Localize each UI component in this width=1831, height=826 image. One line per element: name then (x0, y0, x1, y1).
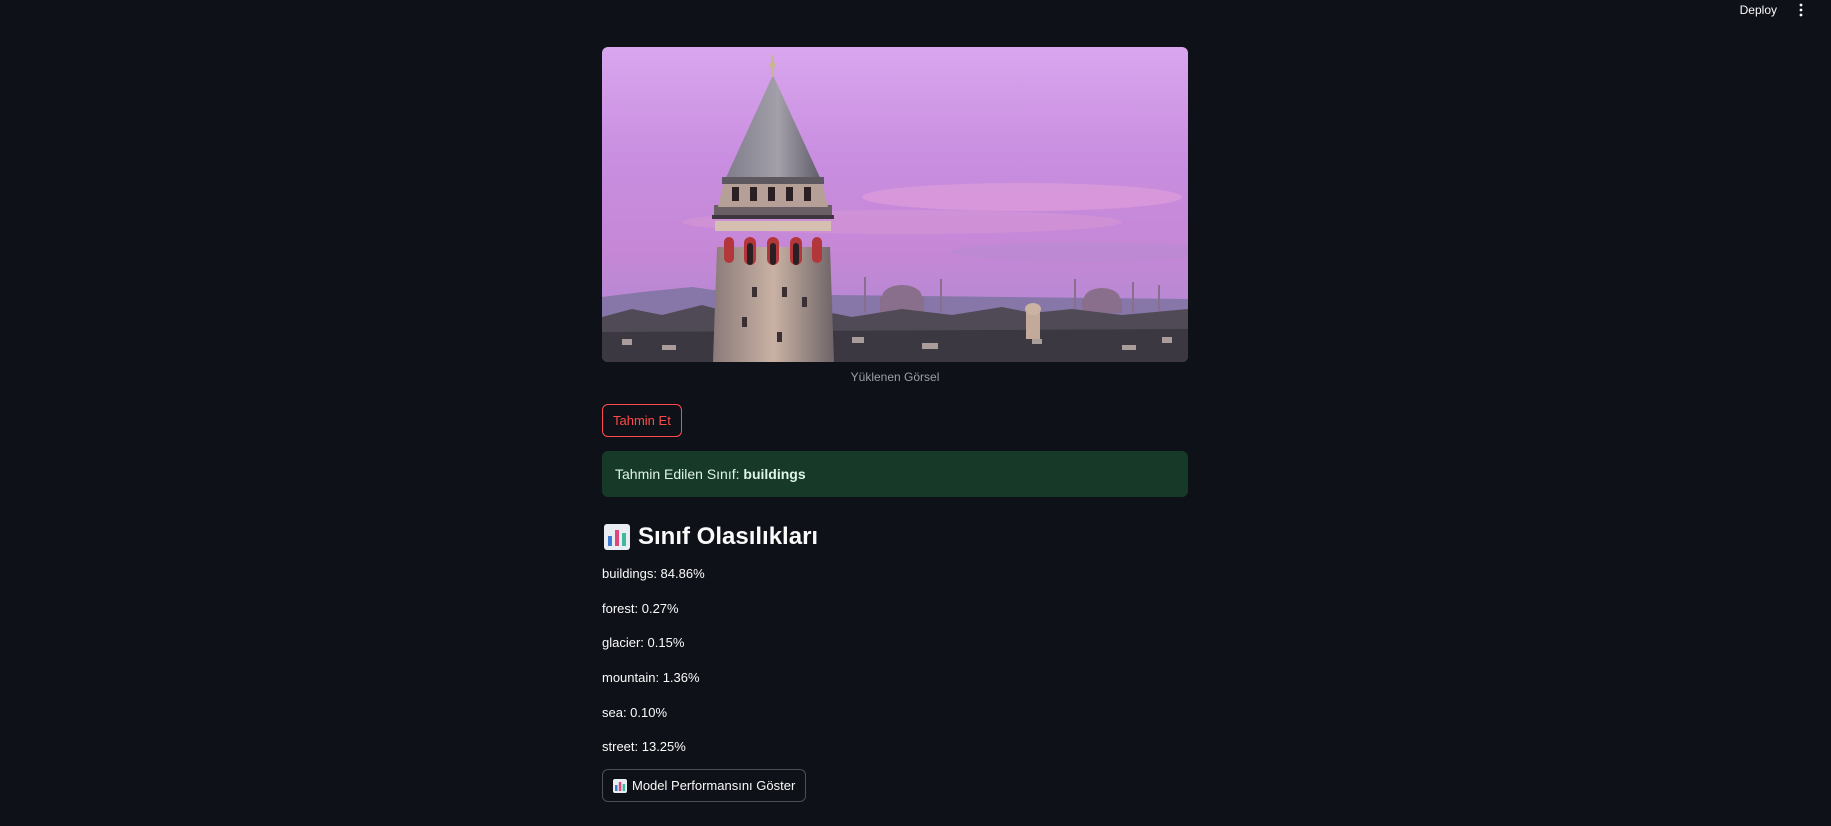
probability-item: mountain: 1.36% (602, 670, 700, 686)
probability-item: buildings: 84.86% (602, 566, 705, 581)
probability-item: glacier: 0.15% (602, 635, 685, 651)
galata-tower-photo (602, 47, 1188, 362)
predicted-class-value: buildings (743, 466, 806, 482)
deploy-button[interactable]: Deploy (1740, 3, 1777, 17)
probabilities-list: buildings: 84.86% forest: 0.27% glacier:… (602, 557, 1188, 765)
main-content: Yüklenen Görsel Tahmin Et Tahmin Edilen … (602, 47, 1188, 803)
probability-item: forest: 0.27% (602, 600, 679, 616)
bar-chart-icon (613, 778, 627, 793)
prediction-result-prefix: Tahmin Edilen Sınıf: (615, 466, 744, 482)
show-model-performance-label: Model Performansını Göster (632, 778, 796, 794)
probabilities-heading: Sınıf Olasılıkları (602, 519, 1188, 555)
prediction-result-alert: Tahmin Edilen Sınıf: buildings (602, 451, 1188, 497)
probability-item: street: 13.25% (602, 739, 686, 755)
probabilities-title: Sınıf Olasılıkları (638, 523, 819, 550)
predict-button[interactable]: Tahmin Et (602, 404, 682, 437)
kebab-menu-icon[interactable] (1797, 2, 1805, 18)
probability-item: sea: 0.10% (602, 704, 668, 720)
image-caption: Yüklenen Görsel (850, 370, 940, 384)
uploaded-image (602, 47, 1188, 362)
bar-chart-icon (604, 524, 630, 550)
top-toolbar: Deploy (0, 0, 1831, 22)
show-model-performance-button[interactable]: Model Performansını Göster (602, 769, 807, 803)
